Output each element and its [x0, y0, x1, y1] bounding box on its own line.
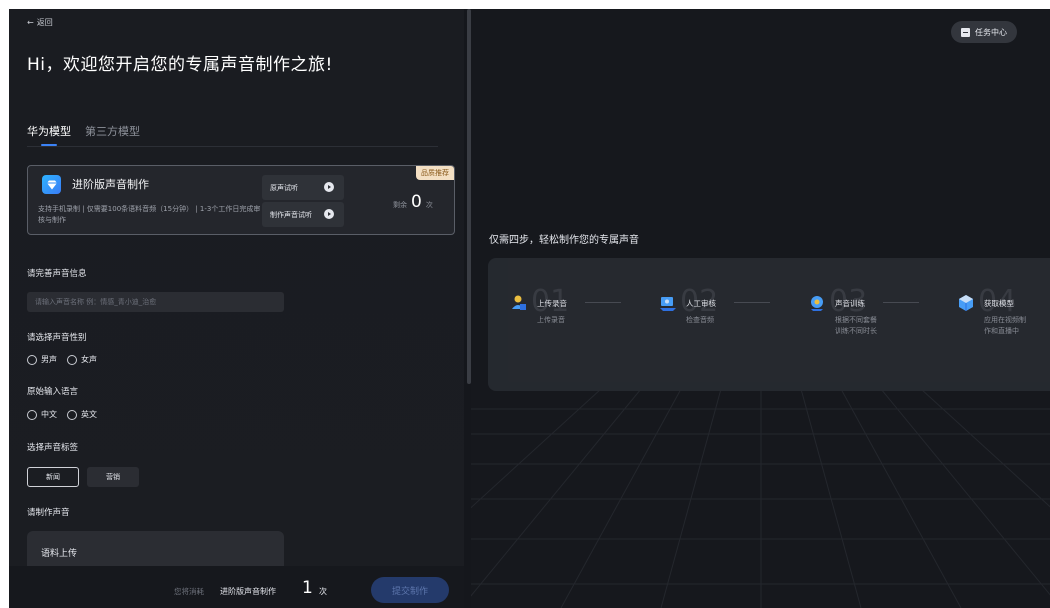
step-description-line: 作和直播中 — [984, 327, 1019, 335]
radio-english-label: 英文 — [81, 410, 97, 419]
step-description: 应用在视频制 作和直播中 — [984, 315, 1026, 337]
user-upload-icon — [512, 295, 526, 310]
step-name: 上传录音 — [537, 299, 567, 308]
step-connector — [585, 302, 621, 303]
quality-badge: 品质推荐 — [416, 166, 454, 180]
tag-label: 选择声音标签 — [27, 443, 79, 453]
task-list-icon — [961, 27, 970, 37]
step-name: 人工审核 — [686, 299, 716, 308]
left-panel: ← 返回 Hi，欢迎您开启您的专属声音制作之旅! 华为模型 第三方模型 进阶版声… — [9, 9, 464, 608]
remaining-prefix: 剩余 — [393, 201, 407, 209]
voice-name-input[interactable]: 请输入声音名称 例：情感_青小迪_治愈 — [27, 292, 284, 312]
gender-radio-group: 男声 女声 — [27, 354, 97, 365]
cost-prefix: 您将消耗 — [174, 587, 204, 596]
made-voice-preview-label: 制作声音试听 — [270, 210, 312, 219]
voice-tag-group: 新闻 营销 — [27, 467, 139, 487]
step-connector — [734, 302, 770, 303]
radio-chinese-label: 中文 — [41, 410, 57, 419]
radio-female-label: 女声 — [81, 355, 97, 364]
step-description-line: 根据不同套餐 — [835, 316, 877, 324]
radio-female[interactable]: 女声 — [67, 354, 97, 365]
original-preview-label: 原声试听 — [270, 183, 298, 192]
corpus-upload-label: 语料上传 — [41, 549, 78, 559]
arrow-left-icon: ← — [27, 18, 34, 27]
cost-item: 进阶版声音制作 — [220, 587, 276, 596]
diamond-icon — [42, 175, 61, 194]
tab-huawei-model[interactable]: 华为模型 — [27, 123, 71, 146]
make-voice-label: 请制作声音 — [27, 508, 70, 518]
remaining-unit: 次 — [425, 201, 433, 209]
corpus-upload-panel[interactable]: 语料上传 — [27, 531, 284, 571]
gender-label: 请选择声音性别 — [27, 333, 87, 343]
radio-male[interactable]: 男声 — [27, 354, 57, 365]
model-tabs: 华为模型 第三方模型 — [27, 123, 438, 147]
made-voice-preview-button[interactable]: 制作声音试听 — [262, 202, 344, 227]
active-tab-indicator — [41, 144, 57, 146]
radio-circle-icon — [67, 409, 77, 420]
submit-button[interactable]: 提交制作 — [371, 577, 449, 603]
radio-english[interactable]: 英文 — [67, 409, 97, 420]
footer-bar: 您将消耗 进阶版声音制作 1 次 提交制作 — [9, 566, 464, 608]
radio-circle-icon — [67, 354, 77, 365]
cost-count: 1 — [302, 578, 313, 598]
floor-grid-decoration — [471, 389, 1050, 608]
original-preview-button[interactable]: 原声试听 — [262, 175, 344, 200]
language-radio-group: 中文 英文 — [27, 409, 97, 420]
step-description-line: 应用在视频制 — [984, 316, 1026, 324]
right-panel: 任务中心 仅需四步，轻松制作您的专属声音 01 上传录音 上传录音 02 人工审… — [471, 9, 1050, 608]
voice-info-label: 请完善声音信息 — [27, 269, 87, 279]
training-icon — [811, 296, 823, 311]
card-title: 进阶版声音制作 — [72, 178, 149, 191]
step-description: 检查音频 — [686, 316, 714, 324]
model-icon — [959, 295, 973, 311]
remaining-number: 0 — [411, 192, 422, 212]
back-link[interactable]: ← 返回 — [27, 17, 53, 28]
task-center-button[interactable]: 任务中心 — [951, 21, 1017, 43]
step-name: 声音训练 — [835, 299, 865, 308]
back-label: 返回 — [36, 18, 53, 27]
remaining-count: 剩余 0 次 — [393, 192, 433, 212]
page-title: Hi，欢迎您开启您的专属声音制作之旅! — [27, 55, 333, 75]
step-name: 获取模型 — [984, 299, 1014, 308]
play-icon — [324, 209, 334, 219]
play-icon — [324, 182, 334, 192]
step-description: 根据不同套餐 训练不同时长 — [835, 315, 877, 337]
task-center-label: 任务中心 — [975, 27, 1007, 37]
cost-unit: 次 — [319, 587, 327, 596]
steps-panel: 01 上传录音 上传录音 02 人工审核 检查音频 03 声音训练 根据不同套餐… — [488, 258, 1050, 391]
radio-circle-icon — [27, 354, 37, 365]
radio-male-label: 男声 — [41, 355, 57, 364]
card-description: 支持手机录制 | 仅需要100条语料音频（15分钟） | 1-3个工作日完成审核… — [38, 205, 261, 224]
review-icon — [660, 297, 676, 311]
tag-marketing[interactable]: 营销 — [87, 467, 139, 487]
step-description-line: 训练不同时长 — [835, 327, 877, 335]
language-label: 原始输入语言 — [27, 387, 79, 397]
steps-title: 仅需四步，轻松制作您的专属声音 — [489, 235, 639, 246]
tag-news[interactable]: 新闻 — [27, 467, 79, 487]
voice-make-page: ← 返回 Hi，欢迎您开启您的专属声音制作之旅! 华为模型 第三方模型 进阶版声… — [9, 9, 1050, 608]
tab-third-party-model[interactable]: 第三方模型 — [85, 123, 140, 146]
step-connector — [883, 302, 919, 303]
radio-chinese[interactable]: 中文 — [27, 409, 57, 420]
radio-circle-icon — [27, 409, 37, 420]
advanced-voice-card[interactable]: 进阶版声音制作 支持手机录制 | 仅需要100条语料音频（15分钟） | 1-3… — [27, 165, 455, 235]
step-description: 上传录音 — [537, 316, 565, 324]
